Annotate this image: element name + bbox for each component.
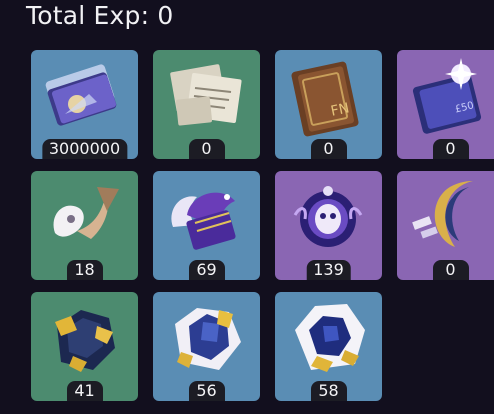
blue-ore-gold-icon <box>175 308 241 370</box>
item-tile[interactable]: 3000000 <box>31 50 138 159</box>
white-feather-mask-icon <box>53 187 119 239</box>
white-crystal-ore-icon <box>295 304 365 372</box>
item-tile[interactable]: 58 <box>275 292 382 401</box>
item-count: 56 <box>188 381 225 401</box>
total-exp-label: Total Exp: 0 <box>26 1 174 30</box>
item-tile[interactable]: 139 <box>275 171 382 280</box>
item-tile[interactable]: 0 <box>397 171 494 280</box>
item-grid: 3000000 0 FN 0 £50 0 18 69 139 0 41 56 5… <box>31 50 494 401</box>
item-tile[interactable]: 0 <box>153 50 260 159</box>
item-tile[interactable]: 69 <box>153 171 260 280</box>
purple-book-sparkle-icon: £50 <box>412 58 482 134</box>
empty-slot <box>397 292 494 401</box>
purple-bird-spirit-icon <box>171 192 236 250</box>
item-count: 3000000 <box>41 139 128 159</box>
item-count: 0 <box>310 139 347 159</box>
dark-ore-gold-icon <box>55 310 115 372</box>
purple-mask-skull-icon <box>293 186 363 247</box>
papers-icon <box>170 64 242 126</box>
item-tile[interactable]: £50 0 <box>397 50 494 159</box>
item-tile[interactable]: 18 <box>31 171 138 280</box>
item-count: 58 <box>310 381 347 401</box>
item-count: 18 <box>66 260 103 280</box>
item-count: 139 <box>306 260 351 280</box>
hero-wit-cards-icon <box>45 64 117 126</box>
item-count: 41 <box>66 381 103 401</box>
item-count: 0 <box>432 139 469 159</box>
item-tile[interactable]: 41 <box>31 292 138 401</box>
item-count: 0 <box>188 139 225 159</box>
inventory-panel: Total Exp: 0 3000000 0 FN 0 £50 0 18 69 … <box>0 0 494 414</box>
item-count: 0 <box>432 260 469 280</box>
item-tile[interactable]: FN 0 <box>275 50 382 159</box>
crescent-moon-icon <box>412 181 473 247</box>
item-count: 69 <box>188 260 225 280</box>
brown-book-icon: FN <box>291 61 359 137</box>
item-tile[interactable]: 56 <box>153 292 260 401</box>
